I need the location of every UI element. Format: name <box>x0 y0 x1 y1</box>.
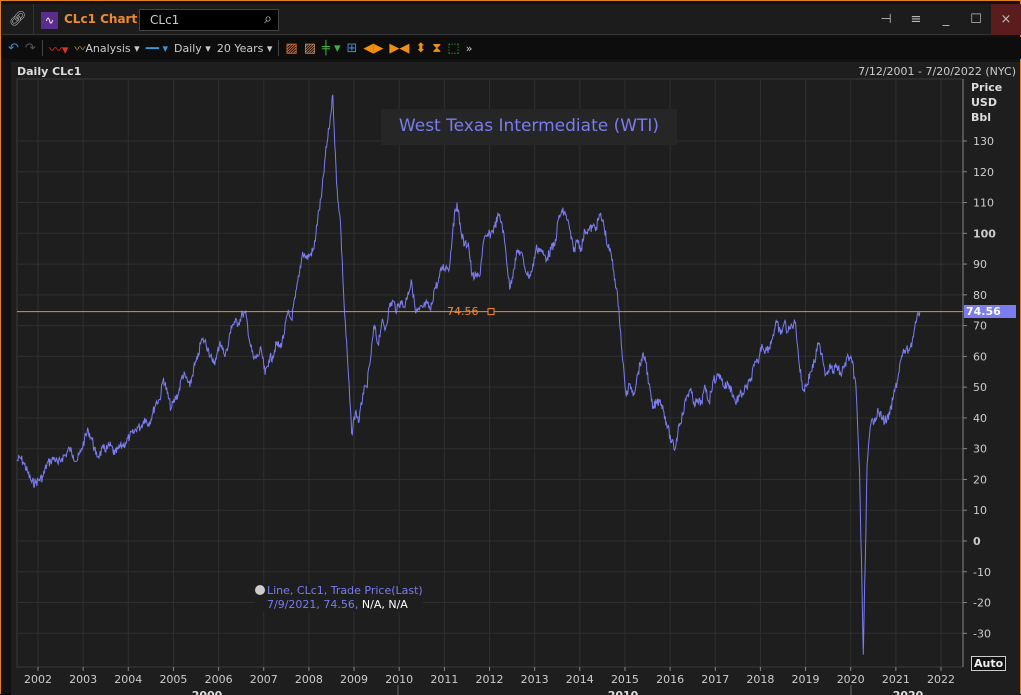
y-tick-label: 10 <box>973 504 987 517</box>
y-tick-label: 70 <box>973 320 987 333</box>
y-tick-label: 40 <box>973 412 987 425</box>
x-tick-label: 2020 <box>837 673 865 686</box>
series-legend[interactable]: Line, CLc1, Trade Price(Last) 7/9/2021, … <box>255 584 423 612</box>
y-tick-label: 50 <box>973 381 987 394</box>
hline-handle <box>487 308 495 316</box>
y-tick-label: -10 <box>973 566 991 579</box>
price-line <box>16 94 921 655</box>
price-chart[interactable]: 1301201101009080706050403020100-10-20-30… <box>1 1 1021 695</box>
x-tick-label: 2022 <box>927 673 955 686</box>
y-tick-label: -20 <box>973 597 991 610</box>
hline-label: 74.56 <box>447 305 479 318</box>
y-tick-label: 110 <box>973 197 994 210</box>
auto-scale-button[interactable]: Auto <box>971 656 1007 671</box>
y-tick-label: 30 <box>973 443 987 456</box>
x-tick-label: 2011 <box>430 673 458 686</box>
x-tick-label: 2017 <box>701 673 729 686</box>
y-tick-label: 20 <box>973 473 987 486</box>
y-unit-currency: USD <box>971 96 997 109</box>
x-tick-label: 2009 <box>340 673 368 686</box>
x-tick-label: 2002 <box>24 673 52 686</box>
y-tick-label: 100 <box>973 227 996 240</box>
x-tick-label: 2018 <box>746 673 774 686</box>
y-tick-label: 90 <box>973 258 987 271</box>
chart-window: 🔗︎ ∿ CLc1 Chart CLc1 ⌕ ⊣ ≡ _ ☐ × ↶ ↷ 〰▾ 〰… <box>0 0 1021 695</box>
x-tick-label: 2005 <box>159 673 187 686</box>
decade-label: 2000 <box>192 689 223 695</box>
y-tick-label: -30 <box>973 627 991 640</box>
y-tick-label: 0 <box>973 535 981 548</box>
decade-label: 2010 <box>608 689 639 695</box>
y-unit-bbl: Bbl <box>971 111 992 124</box>
chart-title: West Texas Intermediate (WTI) <box>381 109 677 145</box>
x-tick-label: 2015 <box>611 673 639 686</box>
x-tick-label: 2007 <box>250 673 278 686</box>
y-tick-label: 130 <box>973 135 994 148</box>
last-price-tag: 74.56 <box>964 305 1016 318</box>
clock-icon <box>255 585 265 595</box>
x-tick-label: 2004 <box>114 673 142 686</box>
legend-series: Line, CLc1, Trade Price(Last) <box>267 584 423 597</box>
x-tick-label: 2003 <box>69 673 97 686</box>
x-tick-label: 2021 <box>882 673 910 686</box>
y-tick-label: 80 <box>973 289 987 302</box>
y-unit-price: Price <box>971 81 1003 94</box>
legend-na: N/A, N/A <box>361 598 408 611</box>
x-tick-label: 2006 <box>205 673 233 686</box>
decade-label: 2020 <box>893 689 924 695</box>
y-tick-label: 60 <box>973 350 987 363</box>
x-tick-label: 2012 <box>476 673 504 686</box>
x-tick-label: 2013 <box>521 673 549 686</box>
x-tick-label: 2019 <box>792 673 820 686</box>
x-tick-label: 2008 <box>295 673 323 686</box>
y-tick-label: 120 <box>973 166 994 179</box>
x-tick-label: 2016 <box>656 673 684 686</box>
legend-value: 7/9/2021, 74.56, <box>267 598 362 611</box>
x-tick-label: 2014 <box>566 673 594 686</box>
x-tick-label: 2010 <box>385 673 413 686</box>
